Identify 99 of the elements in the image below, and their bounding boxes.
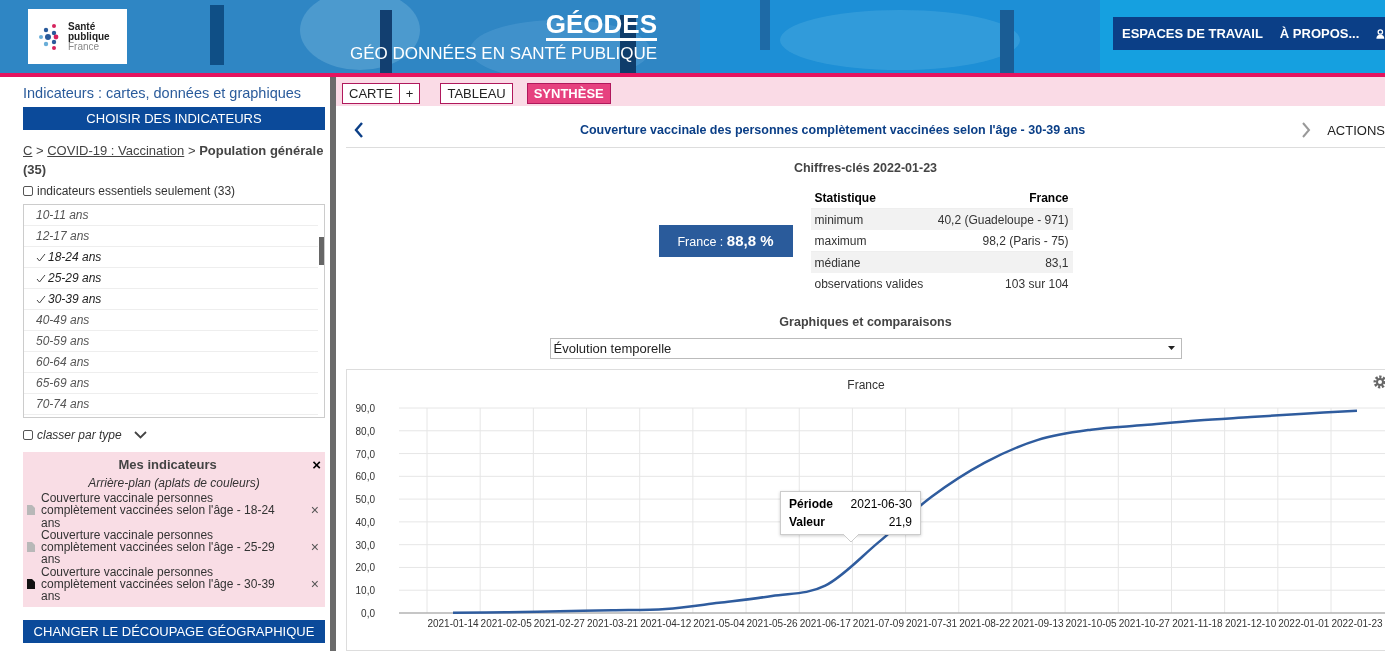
- x-tick-label: 2021-04-12: [640, 617, 692, 629]
- y-tick-label: 70,0: [355, 448, 375, 460]
- breadcrumb-link[interactable]: C: [23, 143, 33, 158]
- table-cell: médiane: [810, 251, 931, 274]
- list-item[interactable]: 65-69 ans: [24, 373, 318, 394]
- close-button[interactable]: ×: [312, 456, 321, 473]
- x-tick-label: 2021-10-05: [1065, 617, 1117, 629]
- y-tick-label: 10,0: [355, 585, 375, 597]
- checkbox[interactable]: [23, 186, 33, 196]
- tab[interactable]: +: [398, 82, 421, 104]
- table-cell: minimum: [810, 208, 931, 231]
- list-item[interactable]: 40-49 ans: [24, 310, 318, 331]
- table-cell: maximum: [810, 230, 931, 252]
- check-icon: [36, 294, 46, 304]
- settings-icon[interactable]: [1373, 375, 1385, 389]
- remove-button[interactable]: ×: [310, 502, 319, 519]
- table-cell: 83,1: [930, 251, 1073, 274]
- y-tick-label: 50,0: [355, 494, 375, 506]
- list-item[interactable]: 18-24 ans: [24, 247, 318, 268]
- chevron-down-icon[interactable]: [133, 431, 147, 439]
- x-tick-label: 2021-12-10: [1225, 617, 1277, 629]
- checkbox-label: indicateurs essentiels seulement (33): [37, 184, 236, 198]
- indicator-name[interactable]: Couverture vaccinale personnes complètement vaccinées selon l'âge - 25-29 ans: [41, 528, 277, 566]
- x-tick-label: 2022-01-23: [1331, 617, 1383, 629]
- change-geography-button[interactable]: CHANGER LE DÉCOUPAGE GÉOGRAPHIQUE: [23, 619, 325, 643]
- x-tick-label: 2021-02-05: [480, 617, 532, 629]
- remove-button[interactable]: ×: [310, 576, 319, 593]
- section-title: Graphiques et comparaisons: [779, 314, 952, 329]
- column-header: Statistique: [810, 187, 931, 209]
- panel-subtitle: Arrière-plan (aplats de couleurs): [87, 476, 261, 490]
- table-cell: observations valides: [810, 273, 931, 295]
- x-tick-label: 2021-08-22: [959, 617, 1011, 629]
- section-title: Chiffres-clés 2022-01-23: [793, 161, 938, 175]
- site-subtitle: GÉO DONNÉES EN SANTÉ PUBLIQUE: [350, 43, 657, 64]
- x-tick-label: 2021-01-14: [427, 617, 479, 629]
- tab[interactable]: CARTE: [342, 82, 400, 104]
- x-tick-label: 2021-03-21: [586, 617, 639, 629]
- dropdown-arrow-icon: [1167, 346, 1175, 351]
- list-item[interactable]: 25-29 ans: [24, 268, 318, 289]
- tooltip-label: Période: [789, 495, 833, 513]
- site-title: GÉODES: [545, 9, 657, 41]
- column-header: France: [930, 187, 1073, 209]
- x-tick-label: 2021-07-31: [906, 617, 958, 629]
- y-tick-label: 80,0: [355, 425, 375, 437]
- list-item[interactable]: 60-64 ans: [24, 352, 318, 373]
- checkbox-label: classer par type: [37, 428, 122, 442]
- nav-link[interactable]: ESPACES DE TRAVAIL: [1122, 26, 1263, 41]
- indicator-title: Couverture vaccinale des personnes complètement vaccinées selon l'âge - 30-39 ans: [578, 123, 1087, 137]
- table-cell: 98,2 (Paris - 75): [930, 230, 1073, 252]
- chart-title: France: [847, 377, 885, 392]
- checkbox[interactable]: [23, 430, 33, 440]
- breadcrumb: C > COVID-19 : Vaccination > Population générale (35): [23, 142, 325, 179]
- tab[interactable]: SYNTHÈSE: [526, 82, 611, 104]
- list-item[interactable]: 70-74 ans: [24, 394, 318, 415]
- breadcrumb-link[interactable]: COVID-19 : Vaccination: [47, 143, 185, 158]
- user-icon[interactable]: [1376, 27, 1385, 40]
- list-item[interactable]: 30-39 ans: [24, 289, 318, 310]
- x-tick-label: 2021-10-27: [1118, 617, 1170, 629]
- table-cell: 40,2 (Guadeloupe - 971): [930, 208, 1073, 231]
- list-item[interactable]: 10-11 ans: [24, 205, 318, 226]
- nav-link[interactable]: À PROPOS...: [1279, 26, 1360, 41]
- x-tick-label: 2022-01-01: [1278, 617, 1330, 629]
- tab[interactable]: TABLEAU: [440, 82, 513, 104]
- tooltip-value: 21,9: [888, 513, 912, 531]
- x-tick-label: 2021-07-09: [852, 617, 904, 629]
- actions-button[interactable]: ACTIONS: [1327, 122, 1385, 138]
- tooltip-value: 2021-06-30: [850, 495, 912, 513]
- remove-button[interactable]: ×: [310, 539, 319, 556]
- logo-text: France: [68, 41, 100, 52]
- indicator-name[interactable]: Couverture vaccinale personnes complètement vaccinées selon l'âge - 18-24 ans: [41, 492, 277, 529]
- y-tick-label: 0,0: [361, 607, 375, 619]
- check-icon: [36, 273, 46, 283]
- x-tick-label: 2021-09-13: [1012, 617, 1064, 629]
- chevron-right-icon[interactable]: [1301, 122, 1312, 138]
- logo-text: Santé: [68, 21, 97, 32]
- x-tick-label: 2021-06-17: [799, 617, 851, 629]
- chart-type-select[interactable]: Évolution temporelle: [549, 337, 1182, 359]
- chevron-left-icon[interactable]: [354, 122, 364, 138]
- y-tick-label: 20,0: [355, 562, 375, 574]
- x-tick-label: 2021-11-18: [1172, 617, 1223, 629]
- x-tick-label: 2021-05-26: [746, 617, 798, 629]
- tooltip-label: Valeur: [789, 513, 826, 531]
- indicator-name[interactable]: Couverture vaccinale personnes complètement vaccinées selon l'âge - 30-39 ans: [41, 565, 277, 603]
- y-tick-label: 40,0: [355, 516, 375, 528]
- choose-indicators-button[interactable]: CHOISIR DES INDICATEURS: [23, 107, 325, 130]
- x-tick-label: 2021-05-04: [693, 617, 745, 629]
- scrollbar-thumb[interactable]: [319, 237, 324, 265]
- check-icon: [36, 252, 46, 262]
- x-tick-label: 2021-02-27: [533, 617, 585, 629]
- list-item[interactable]: 50-59 ans: [24, 331, 318, 352]
- table-cell: 103 sur 104: [930, 273, 1073, 295]
- y-tick-label: 30,0: [355, 539, 375, 551]
- list-item[interactable]: 12-17 ans: [24, 226, 318, 247]
- y-tick-label: 90,0: [355, 402, 375, 414]
- sidebar-title: Indicateurs : cartes, données et graphiques: [23, 85, 303, 101]
- summary-text: France : 88,8 %: [677, 232, 774, 250]
- logo-text: publique: [68, 31, 110, 42]
- panel-title: Mes indicateurs: [117, 457, 218, 472]
- y-tick-label: 60,0: [355, 471, 375, 483]
